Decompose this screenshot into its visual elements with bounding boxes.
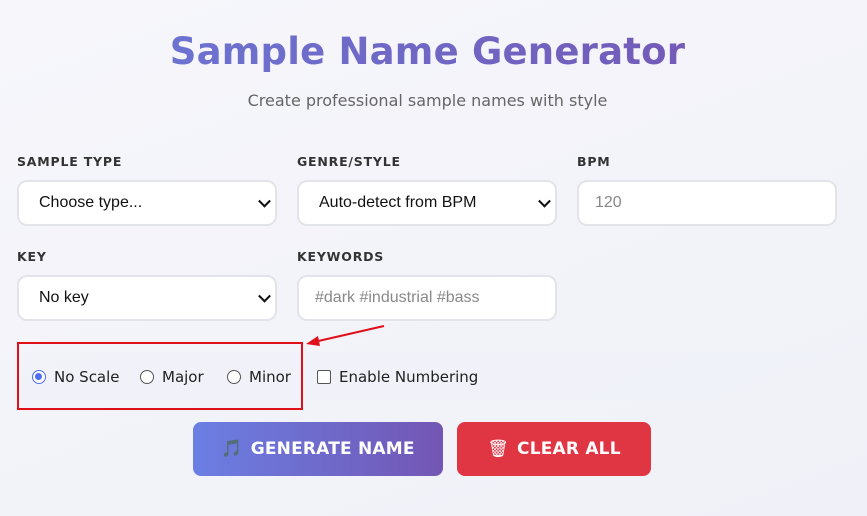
keywords-field: KEYWORDS #dark #industrial #bass bbox=[297, 249, 557, 321]
keywords-label: KEYWORDS bbox=[297, 249, 385, 264]
genre-select[interactable]: Auto-detect from BPM bbox=[297, 180, 557, 226]
numbering-label: Enable Numbering bbox=[339, 368, 479, 386]
trash-icon: 🗑 bbox=[487, 439, 510, 459]
genre-field: GENRE/STYLE Auto-detect from BPM bbox=[297, 154, 557, 226]
page-subtitle: Create professional sample names with st… bbox=[247, 91, 608, 110]
checkbox-icon[interactable] bbox=[317, 370, 331, 384]
generate-name-label: GENERATE NAME bbox=[250, 439, 415, 459]
key-field: KEY No key bbox=[17, 249, 277, 321]
annotation-highlight-box bbox=[17, 342, 303, 410]
sample-type-value: Choose type... bbox=[39, 194, 143, 211]
chevron-down-icon bbox=[258, 194, 271, 208]
key-label: KEY bbox=[17, 249, 47, 264]
clear-all-label: CLEAR ALL bbox=[517, 439, 621, 459]
genre-value: Auto-detect from BPM bbox=[319, 194, 477, 211]
bpm-field: BPM 120 bbox=[577, 154, 837, 226]
bpm-input[interactable]: 120 bbox=[577, 180, 837, 226]
key-select[interactable]: No key bbox=[17, 275, 277, 321]
sample-type-label: SAMPLE TYPE bbox=[17, 154, 123, 169]
page-title: Sample Name Generator bbox=[0, 30, 855, 73]
sample-type-select[interactable]: Choose type... bbox=[17, 180, 277, 226]
bpm-label: BPM bbox=[577, 154, 611, 169]
keywords-input[interactable]: #dark #industrial #bass bbox=[297, 275, 557, 321]
annotation-arrow-icon bbox=[306, 325, 385, 346]
sample-type-field: SAMPLE TYPE Choose type... bbox=[17, 154, 277, 226]
numbering-checkbox[interactable]: Enable Numbering bbox=[317, 368, 478, 386]
music-note-icon: 🎵 bbox=[221, 439, 243, 459]
key-value: No key bbox=[39, 289, 89, 306]
clear-all-button[interactable]: 🗑 CLEAR ALL bbox=[457, 422, 651, 476]
chevron-down-icon bbox=[538, 194, 551, 208]
chevron-down-icon bbox=[258, 289, 271, 303]
bpm-placeholder: 120 bbox=[595, 194, 622, 211]
keywords-placeholder: #dark #industrial #bass bbox=[315, 289, 480, 306]
genre-label: GENRE/STYLE bbox=[297, 154, 401, 169]
generate-name-button[interactable]: 🎵 GENERATE NAME bbox=[193, 422, 443, 476]
